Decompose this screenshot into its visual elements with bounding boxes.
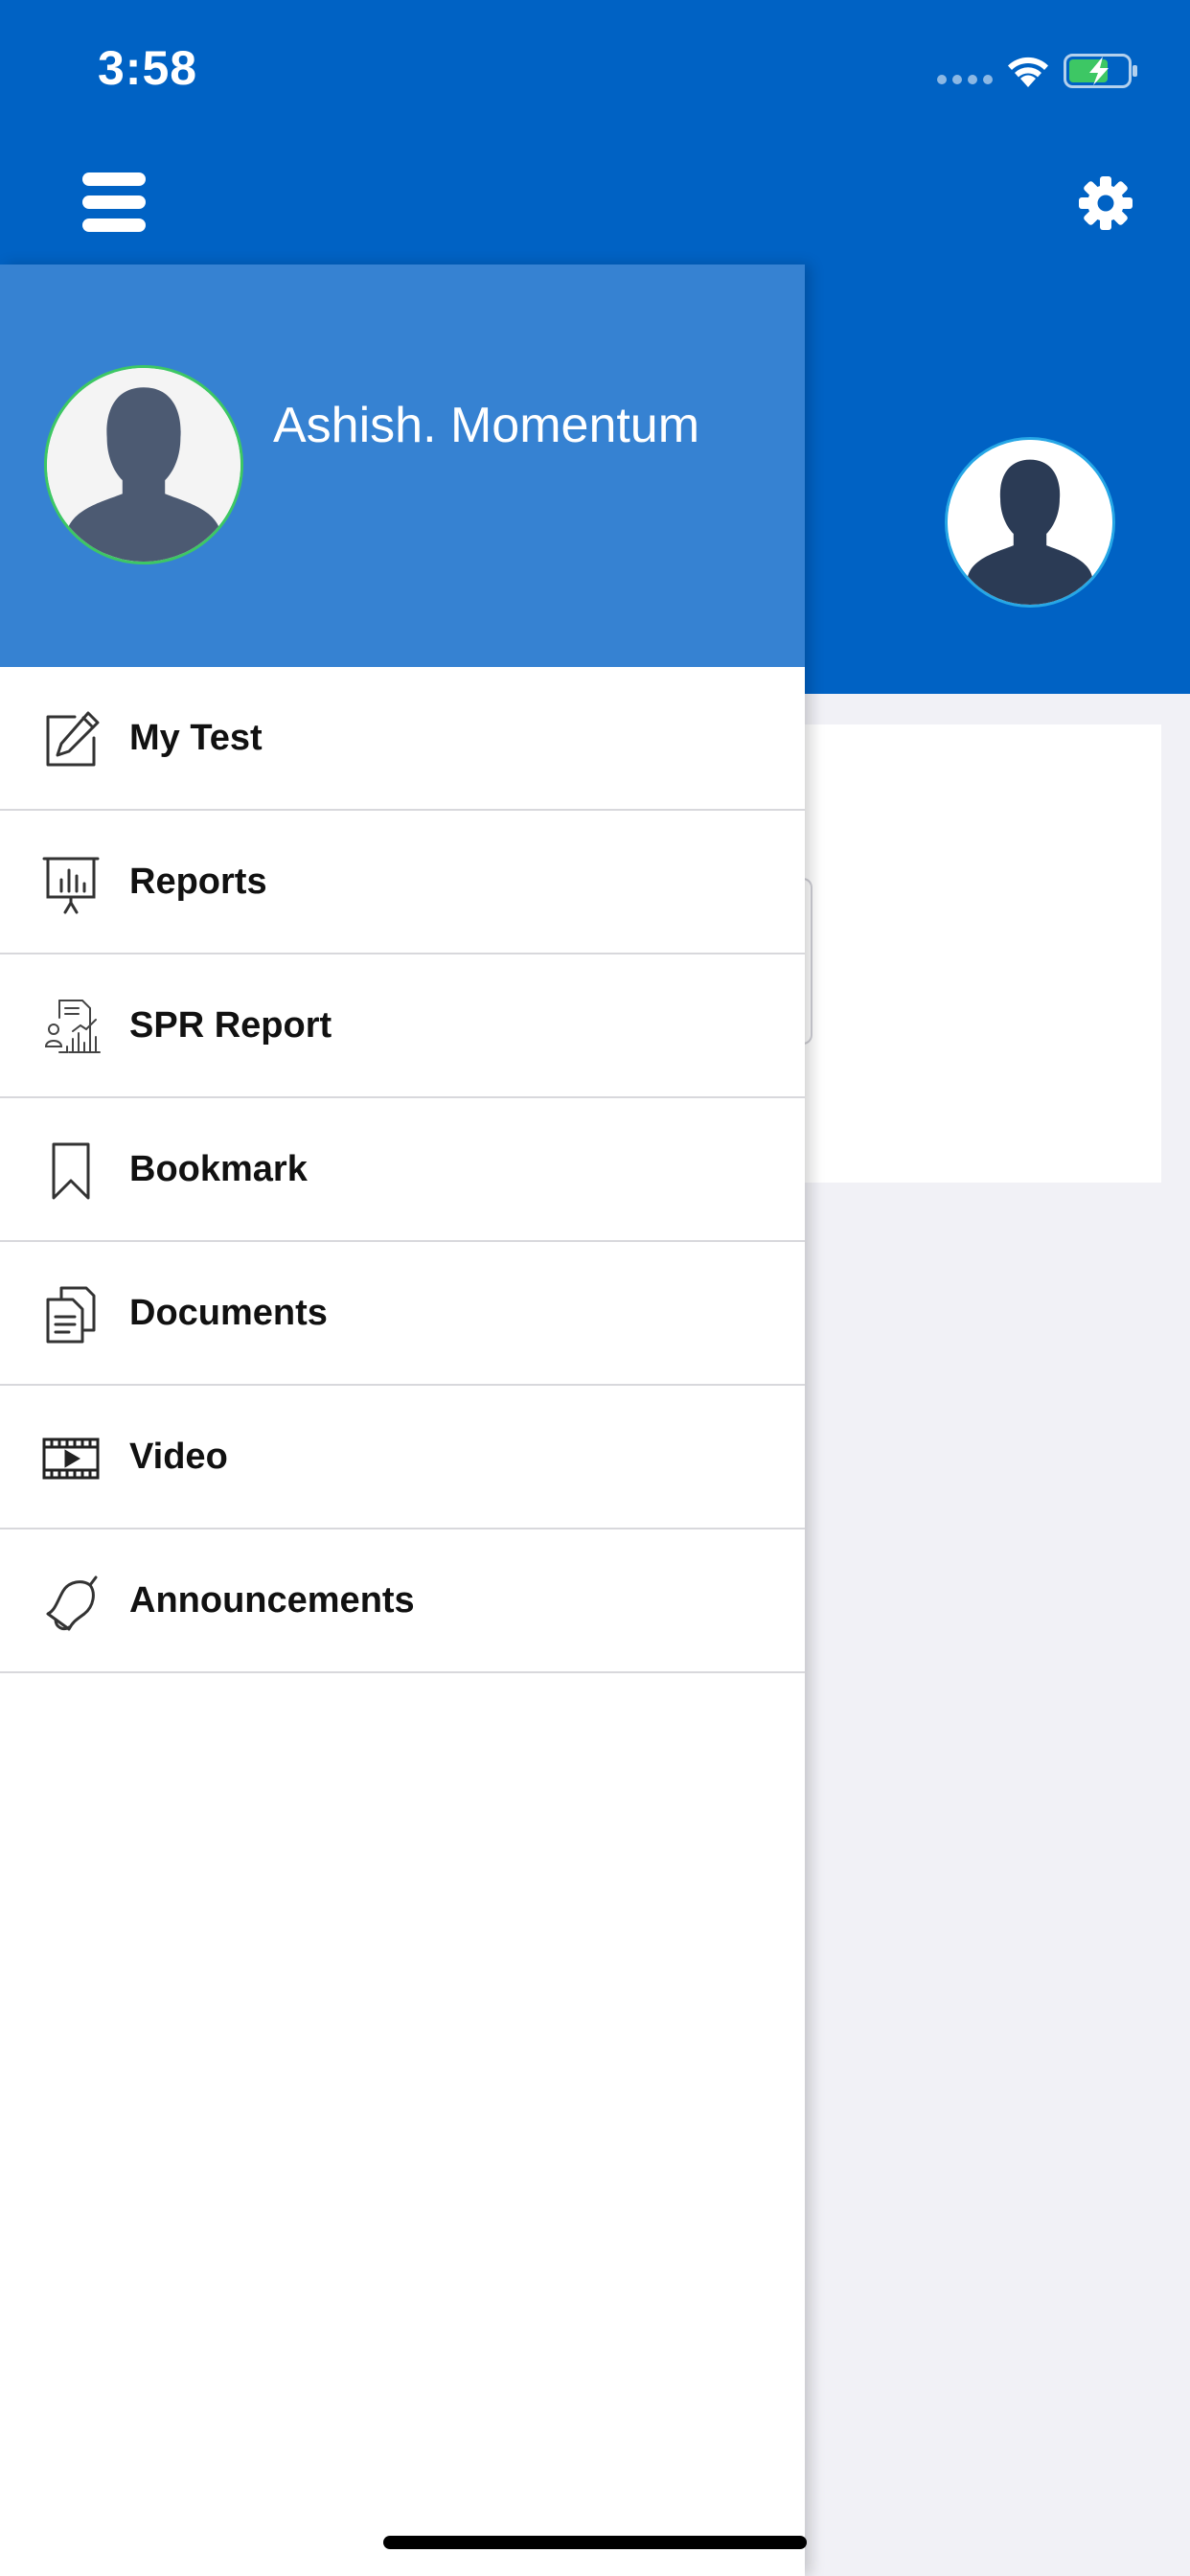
menu-item-announcements[interactable]: Announcements (0, 1530, 805, 1673)
menu-item-spr-report[interactable]: SPR Report (0, 954, 805, 1098)
avatar (945, 437, 1115, 608)
battery-charging-icon (1064, 54, 1137, 88)
bell-icon (46, 1576, 98, 1631)
bookmark-icon (52, 1142, 90, 1200)
top-app-bar: 3:58 (0, 0, 1190, 264)
documents-icon (46, 1286, 96, 1344)
settings-button[interactable] (1075, 172, 1136, 234)
cellular-signal-icon (937, 75, 993, 84)
status-time: 3:58 (98, 41, 198, 95)
menu-item-video[interactable]: Video (0, 1386, 805, 1530)
menu-item-label: Bookmark (129, 1148, 308, 1189)
navigation-drawer: Ashish. Momentum My Test Reports SPR Rep… (0, 264, 805, 2576)
profile-name: Ashish. Momentum (273, 398, 700, 453)
menu-item-reports[interactable]: Reports (0, 811, 805, 954)
menu-item-label: Announcements (129, 1579, 415, 1621)
menu-item-label: Video (129, 1436, 228, 1477)
menu-item-label: My Test (129, 717, 263, 758)
profile-avatar[interactable] (44, 365, 243, 564)
menu-item-bookmark[interactable]: Bookmark (0, 1098, 805, 1242)
drawer-profile-header: Ashish. Momentum (0, 264, 805, 667)
drawer-menu: My Test Reports SPR Report Bookmark Docu… (0, 667, 805, 1673)
menu-item-label: Reports (129, 861, 267, 902)
video-icon (42, 1438, 100, 1480)
menu-button[interactable] (82, 172, 146, 232)
menu-item-label: SPR Report (129, 1004, 332, 1046)
report-analytics-icon (44, 1000, 101, 1053)
home-indicator[interactable] (383, 2536, 807, 2549)
menu-item-my-test[interactable]: My Test (0, 667, 805, 811)
menu-item-documents[interactable]: Documents (0, 1242, 805, 1386)
menu-item-label: Documents (129, 1292, 328, 1333)
wifi-icon (1008, 57, 1048, 87)
presentation-chart-icon (42, 857, 100, 914)
edit-icon (46, 711, 100, 767)
